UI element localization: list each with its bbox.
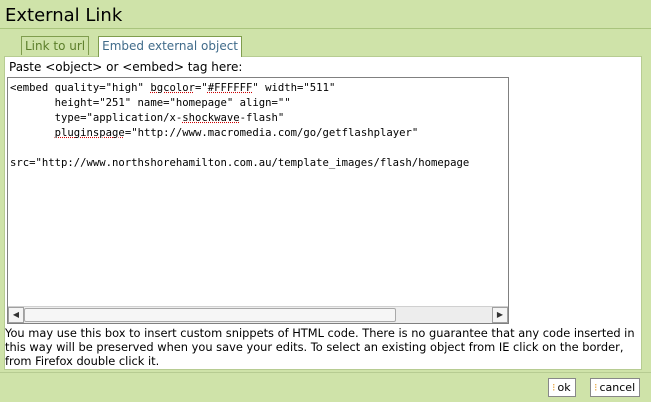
- horizontal-scrollbar[interactable]: ◀ ▶: [8, 306, 508, 323]
- embed-code-textarea[interactable]: <embed quality="high" bgcolor="#FFFFFF" …: [7, 77, 509, 324]
- help-text: You may use this box to insert custom sn…: [5, 326, 635, 368]
- tab-link-to-url[interactable]: Link to url: [21, 36, 90, 55]
- title-divider: [0, 28, 651, 29]
- tab-embed-external-object[interactable]: Embed external object: [98, 36, 242, 57]
- cancel-button[interactable]: ⁝ cancel: [590, 378, 641, 397]
- cancel-button-label: cancel: [599, 381, 636, 394]
- embed-code-label: Paste <object> or <embed> tag here:: [9, 60, 243, 74]
- scrollbar-thumb[interactable]: [24, 308, 396, 322]
- footer-divider: [0, 372, 651, 373]
- bullet-icon: ⁝: [594, 381, 598, 394]
- tab-bar: Link to url Embed external object: [21, 36, 242, 57]
- embed-code-text: <embed quality="high" bgcolor="#FFFFFF" …: [10, 82, 470, 169]
- scroll-right-arrow-icon[interactable]: ▶: [492, 307, 508, 323]
- bullet-icon: ⁝: [552, 381, 556, 394]
- ok-button-label: ok: [557, 381, 571, 394]
- embed-panel: Paste <object> or <embed> tag here: <emb…: [4, 56, 642, 370]
- dialog-title: External Link: [5, 5, 123, 26]
- ok-button[interactable]: ⁝ ok: [548, 378, 576, 397]
- scroll-left-arrow-icon[interactable]: ◀: [8, 307, 24, 323]
